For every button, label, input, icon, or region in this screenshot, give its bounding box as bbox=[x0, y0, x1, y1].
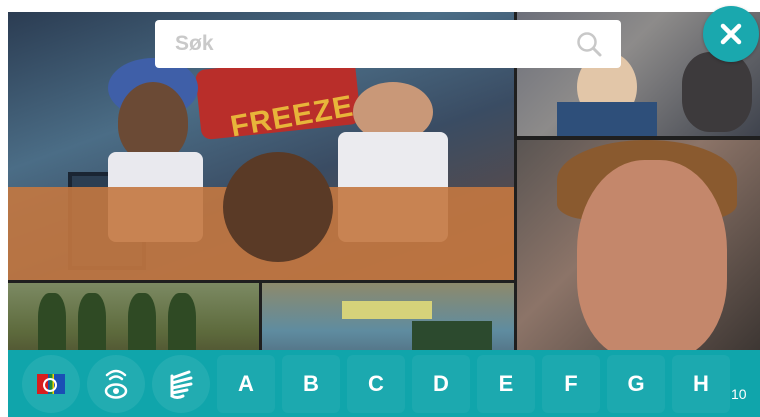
puppet-center-shape bbox=[223, 152, 333, 262]
sign-language-button[interactable] bbox=[152, 354, 210, 413]
tree-shape bbox=[128, 293, 156, 353]
thumbnail-right[interactable] bbox=[517, 140, 760, 360]
puppet-left-shape bbox=[118, 82, 188, 162]
search-bar[interactable] bbox=[155, 20, 621, 68]
banner-shape bbox=[342, 301, 432, 319]
tree-shape bbox=[38, 293, 66, 353]
page-number: 10 bbox=[731, 386, 747, 402]
letter-filter-f[interactable]: F bbox=[542, 354, 600, 413]
search-input[interactable] bbox=[173, 31, 575, 57]
letter-filter-g[interactable]: G bbox=[607, 354, 665, 413]
close-button[interactable] bbox=[703, 6, 759, 62]
sami-filter-button[interactable] bbox=[22, 354, 80, 413]
letter-filter-b[interactable]: B bbox=[282, 354, 340, 413]
face-shape bbox=[577, 160, 727, 360]
letter-filter-a[interactable]: A bbox=[217, 354, 275, 413]
letter-filter-e[interactable]: E bbox=[477, 354, 535, 413]
letter-filter-d[interactable]: D bbox=[412, 354, 470, 413]
audio-description-button[interactable] bbox=[87, 354, 145, 413]
tree-shape bbox=[78, 293, 106, 353]
tree-shape bbox=[168, 293, 196, 353]
audio-description-icon bbox=[104, 369, 128, 399]
filter-bar: A B C D E F G H bbox=[8, 350, 760, 417]
close-icon bbox=[720, 23, 742, 45]
sign-language-icon bbox=[170, 370, 193, 399]
child-body-shape bbox=[557, 102, 657, 136]
cat-puppet-shape bbox=[682, 52, 752, 132]
letter-filter-c[interactable]: C bbox=[347, 354, 405, 413]
search-icon[interactable] bbox=[575, 30, 603, 58]
sami-flag-icon bbox=[37, 373, 65, 394]
letter-filter-h[interactable]: H bbox=[672, 354, 730, 413]
